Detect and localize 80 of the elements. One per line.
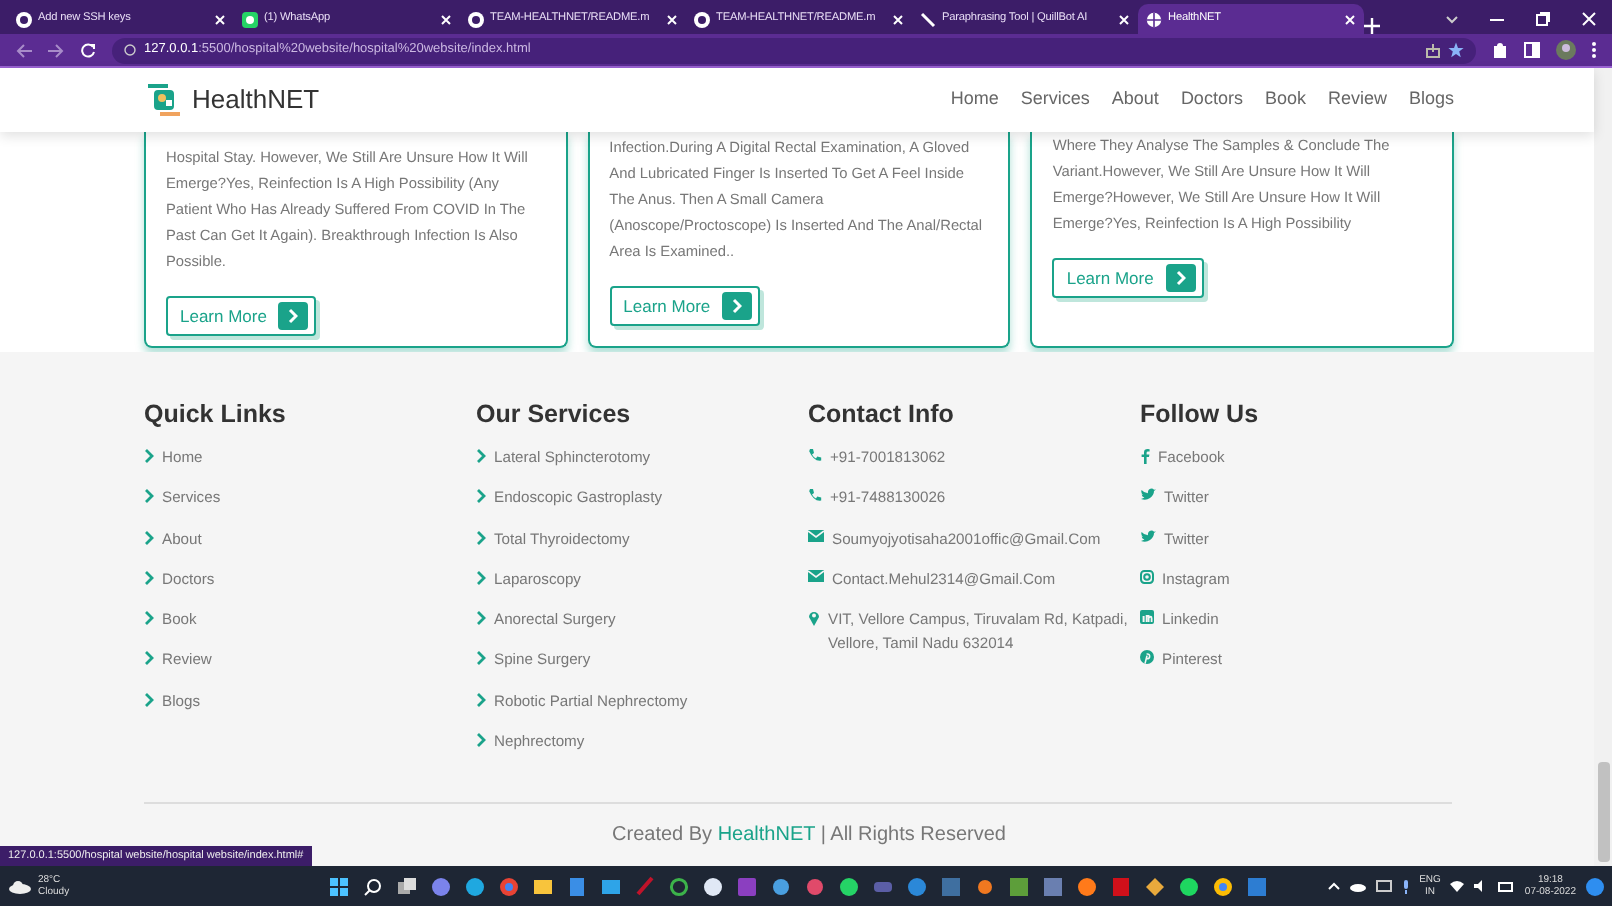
square-icon[interactable] bbox=[1109, 875, 1132, 897]
section-heading: Contact Info bbox=[808, 400, 956, 430]
chevron-right-icon bbox=[288, 308, 299, 325]
scrollbar[interactable] bbox=[1594, 68, 1612, 866]
forward-icon[interactable] bbox=[48, 43, 64, 57]
section-heading: Follow Us bbox=[1140, 400, 1261, 430]
close-icon[interactable] bbox=[666, 13, 678, 25]
diamond-icon[interactable] bbox=[1143, 875, 1166, 897]
chevron-right-icon bbox=[476, 448, 486, 464]
close-icon[interactable] bbox=[440, 13, 452, 25]
close-icon[interactable] bbox=[214, 13, 226, 25]
section-heading: Our Services bbox=[476, 400, 633, 430]
linkedin-icon bbox=[1140, 610, 1154, 625]
nav-link[interactable]: Doctors bbox=[1180, 86, 1243, 114]
share-icon[interactable] bbox=[1426, 43, 1440, 57]
chevron-right-icon bbox=[476, 732, 486, 749]
facebook-icon bbox=[1140, 448, 1150, 464]
back-icon[interactable] bbox=[16, 43, 32, 57]
square-icon[interactable] bbox=[939, 875, 962, 897]
chevron-right-icon bbox=[144, 691, 154, 708]
search-icon[interactable] bbox=[361, 875, 384, 897]
chevron-down-icon[interactable] bbox=[1446, 15, 1458, 23]
chevron-right-icon bbox=[476, 650, 486, 667]
instagram-icon bbox=[1140, 569, 1154, 584]
pinterest-icon bbox=[1140, 650, 1154, 665]
phone-icon bbox=[808, 488, 822, 503]
envelope-icon bbox=[808, 529, 824, 542]
learn-more-button[interactable]: Learn More bbox=[1052, 258, 1204, 299]
chevron-right-icon bbox=[476, 529, 486, 546]
battery-icon[interactable] bbox=[1498, 881, 1515, 891]
brand-name[interactable]: HealthNET bbox=[192, 80, 320, 120]
learn-more-button[interactable]: Learn More bbox=[166, 296, 317, 337]
minimize-icon[interactable] bbox=[1490, 17, 1504, 21]
chevron-right-icon bbox=[144, 448, 154, 464]
windows-icon[interactable] bbox=[327, 875, 350, 897]
chevron-right-icon bbox=[476, 569, 486, 586]
chevron-right-icon bbox=[144, 529, 154, 546]
close-icon[interactable] bbox=[1344, 13, 1356, 25]
star-icon[interactable] bbox=[1448, 42, 1464, 58]
envelope-icon bbox=[808, 569, 824, 582]
close-icon[interactable] bbox=[892, 13, 904, 25]
nav-link[interactable]: About bbox=[1111, 86, 1159, 114]
chevron-right-icon bbox=[144, 650, 154, 667]
avatar-icon[interactable] bbox=[1556, 40, 1576, 60]
chevron-right-icon bbox=[476, 691, 486, 708]
new-tab-icon[interactable] bbox=[1364, 18, 1380, 34]
nav-link[interactable]: Review bbox=[1327, 86, 1387, 114]
twitter-icon bbox=[1140, 529, 1156, 544]
copyright-text: Created By HealthNET | All Rights Reserved bbox=[612, 824, 1006, 849]
keyboard-icon[interactable] bbox=[1375, 880, 1392, 892]
nav-link[interactable]: Book bbox=[1264, 86, 1306, 114]
map-pin-icon bbox=[808, 610, 820, 627]
phone-icon bbox=[808, 448, 822, 462]
nav-link[interactable]: Blogs bbox=[1408, 86, 1454, 114]
notification-icon[interactable] bbox=[1586, 877, 1604, 895]
chevron-right-icon bbox=[476, 488, 486, 505]
circle-icon[interactable] bbox=[905, 875, 928, 897]
nav-link[interactable]: Services bbox=[1020, 86, 1090, 114]
close-icon[interactable] bbox=[1582, 12, 1596, 26]
close-icon[interactable] bbox=[1118, 13, 1130, 25]
chevron-right-icon bbox=[732, 298, 743, 315]
chevron-right-icon bbox=[476, 610, 486, 627]
sidebar-icon[interactable] bbox=[1524, 42, 1540, 58]
restore-icon[interactable] bbox=[1536, 12, 1550, 26]
reload-icon[interactable] bbox=[80, 42, 96, 58]
section-heading: Quick Links bbox=[144, 400, 288, 430]
microphone-icon[interactable] bbox=[1401, 879, 1410, 893]
nav-link[interactable]: Home bbox=[950, 86, 999, 114]
chevron-right-icon bbox=[144, 610, 154, 627]
logo-icon[interactable] bbox=[144, 80, 184, 120]
learn-more-button[interactable]: Learn More bbox=[609, 286, 761, 327]
chevron-right-icon bbox=[144, 569, 154, 586]
chevron-up-icon[interactable] bbox=[1327, 882, 1340, 890]
wifi-icon[interactable] bbox=[1450, 880, 1465, 892]
task-view-icon[interactable] bbox=[395, 875, 418, 897]
twitter-icon bbox=[1140, 488, 1156, 503]
info-icon bbox=[124, 44, 136, 56]
chevron-right-icon bbox=[1175, 270, 1186, 287]
chevron-right-icon bbox=[144, 488, 154, 505]
ring-icon[interactable] bbox=[667, 875, 690, 897]
